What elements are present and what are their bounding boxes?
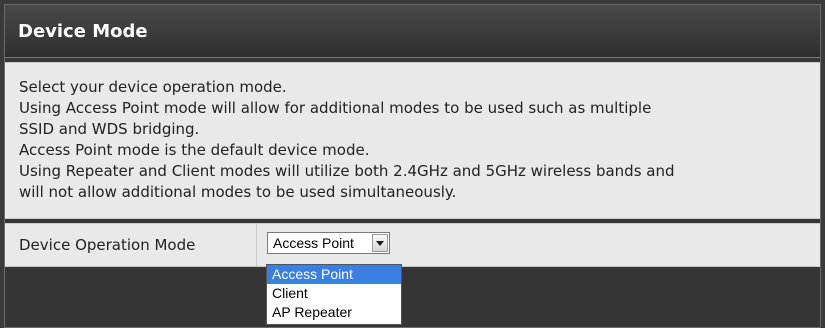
section-header: Device Mode bbox=[5, 5, 820, 58]
operation-mode-select[interactable]: Access Point bbox=[267, 232, 390, 254]
operation-mode-selected-value: Access Point bbox=[273, 235, 354, 251]
description-line: SSID and WDS bridging. bbox=[19, 120, 200, 138]
device-mode-panel: Device Mode Select your device operation… bbox=[4, 4, 821, 328]
option-client[interactable]: Client bbox=[267, 284, 401, 303]
description-box: Select your device operation mode. Using… bbox=[5, 62, 820, 219]
option-access-point[interactable]: Access Point bbox=[267, 265, 401, 284]
description-line: Using Access Point mode will allow for a… bbox=[19, 99, 652, 117]
description-line: will not allow additional modes to be us… bbox=[19, 183, 457, 201]
operation-mode-dropdown-list: Access Point Client AP Repeater bbox=[266, 264, 402, 325]
option-ap-repeater[interactable]: AP Repeater bbox=[267, 303, 401, 322]
section-title: Device Mode bbox=[18, 21, 148, 42]
operation-mode-row: Device Operation Mode Access Point bbox=[5, 223, 820, 267]
chevron-down-icon[interactable] bbox=[372, 234, 388, 252]
description-line: Using Repeater and Client modes will uti… bbox=[19, 162, 675, 180]
description-line: Select your device operation mode. bbox=[19, 78, 287, 96]
description-line: Access Point mode is the default device … bbox=[19, 141, 370, 159]
operation-mode-label: Device Operation Mode bbox=[5, 224, 257, 266]
